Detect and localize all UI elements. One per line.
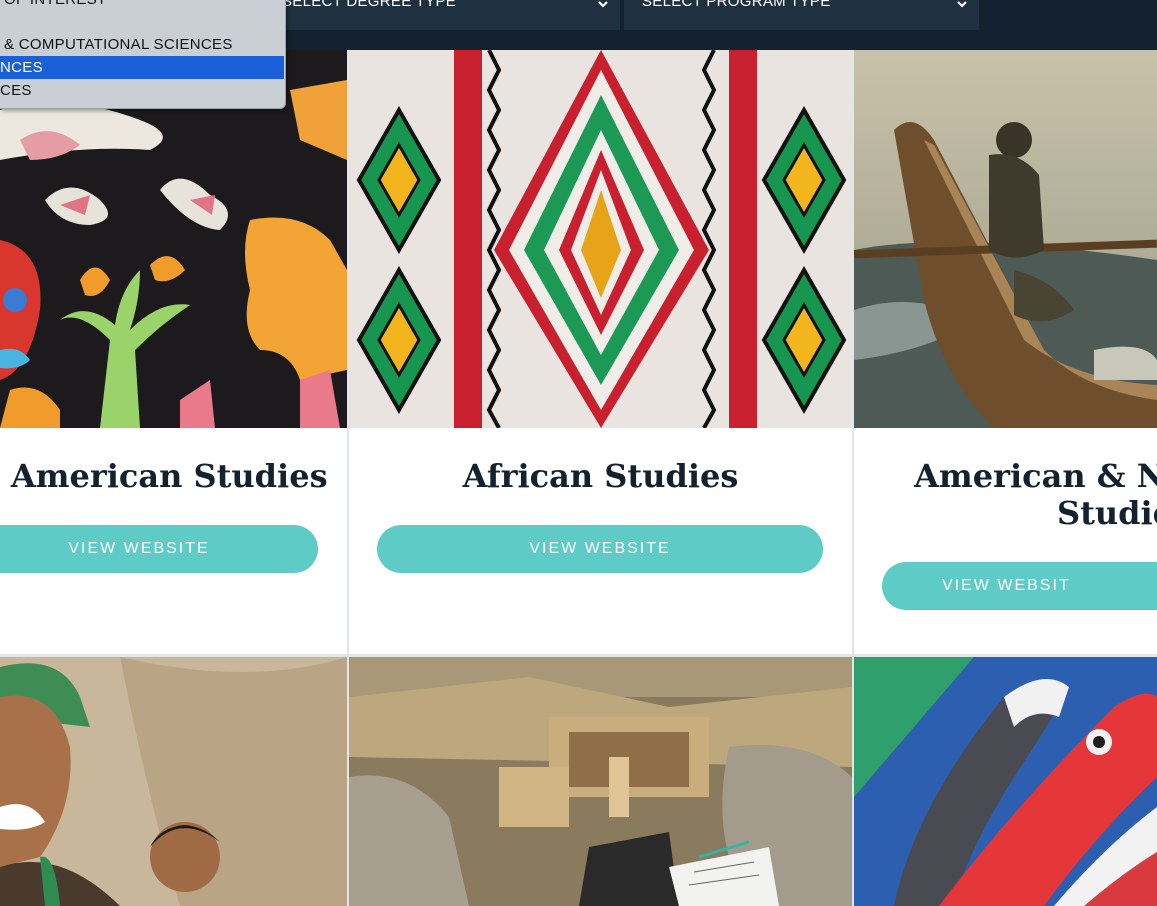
archaeological-site-image (349, 657, 852, 906)
card-image (854, 50, 1157, 428)
degree-type-label: SELECT DEGREE TYPE (282, 0, 457, 10)
koinobori-image (854, 657, 1157, 906)
card-image (0, 657, 347, 906)
card-title: American & New Studies (854, 458, 1157, 532)
card-image (349, 657, 852, 906)
card-title-line: Studies (1056, 494, 1157, 532)
program-card: n American Studies VIEW WEBSITE (0, 50, 347, 655)
dropdown-option[interactable]: & COMPUTATIONAL SCIENCES (0, 33, 285, 56)
card-title: n American Studies (0, 457, 328, 495)
program-card: American & New Studies VIEW WEBSIT (854, 50, 1157, 655)
program-card: African Studies VIEW WEBSITE (349, 50, 852, 655)
dropdown-option[interactable]: CES (0, 79, 285, 102)
degree-type-select[interactable]: SELECT DEGREE TYPE (270, 0, 620, 30)
dropdown-option[interactable]: OF INTEREST (0, 0, 285, 11)
woven-textile-image (349, 50, 852, 428)
view-website-button[interactable]: VIEW WEBSIT (882, 562, 1157, 610)
dropdown-option-selected[interactable]: NCES (0, 56, 284, 79)
chevron-down-icon (598, 1, 608, 8)
card-image (349, 50, 852, 428)
view-website-button[interactable]: VIEW WEBSITE (377, 525, 823, 573)
card-title: African Studies (462, 457, 739, 495)
program-type-label: SELECT PROGRAM TYPE (642, 0, 831, 10)
area-of-interest-dropdown[interactable]: OF INTEREST & COMPUTATIONAL SCIENCES NCE… (0, 0, 286, 109)
card-title-line: American & New (914, 457, 1157, 495)
view-website-button[interactable]: VIEW WEBSITE (0, 525, 318, 573)
chevron-down-icon (957, 1, 967, 8)
card-image (854, 657, 1157, 906)
boat-painting-image (854, 50, 1157, 428)
smiling-woman-image (0, 657, 347, 906)
program-type-select[interactable]: SELECT PROGRAM TYPE (624, 0, 979, 30)
